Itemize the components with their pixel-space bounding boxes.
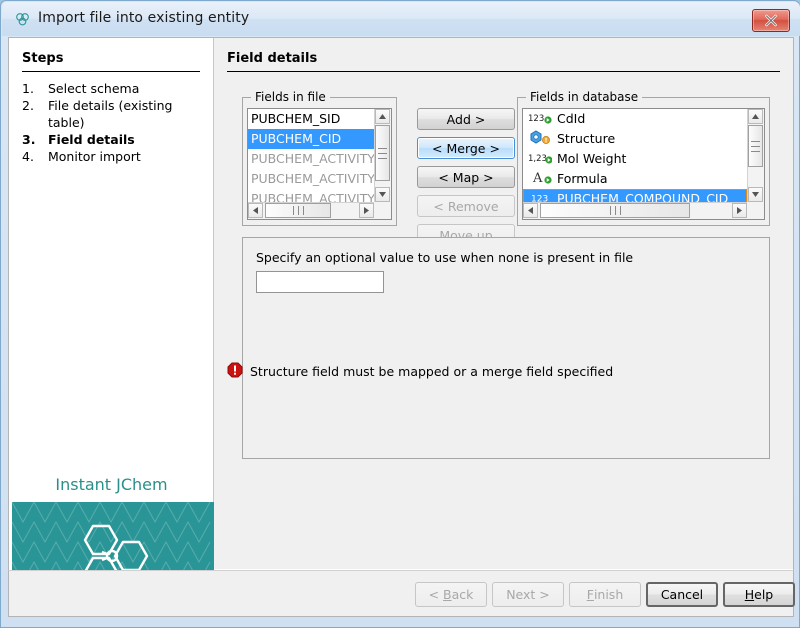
- list-item[interactable]: 123 PUBCHEM_COMPOUND_CID: [523, 189, 747, 202]
- back-button: < Back: [415, 582, 487, 607]
- dialog-footer: < Back Next > Finish Cancel Help: [8, 570, 794, 617]
- optional-value-label: Specify an optional value to use when no…: [256, 250, 633, 265]
- list-item[interactable]: PUBCHEM_CID: [248, 129, 374, 149]
- error-text: Structure field must be mapped or a merg…: [250, 364, 613, 379]
- molecule-icon: [14, 11, 31, 28]
- list-item[interactable]: 123 CdId: [523, 109, 747, 129]
- remove-button: < Remove: [417, 195, 515, 217]
- scroll-thumb[interactable]: [375, 125, 390, 181]
- fields-in-database-items[interactable]: 123 CdId Structure 1,23 Mol Weight: [523, 109, 747, 202]
- window-title: Import file into existing entity: [38, 10, 249, 26]
- steps-sidebar: Steps 1. Select schema 2. File details (…: [9, 38, 214, 569]
- list-item[interactable]: Structure: [523, 129, 747, 149]
- brand-title: Instant JChem: [9, 475, 214, 494]
- fields-in-database-listbox[interactable]: 123 CdId Structure 1,23 Mol Weight: [522, 108, 765, 220]
- list-item[interactable]: PUBCHEM_ACTIVITY_O: [248, 149, 374, 169]
- svg-text:123: 123: [531, 194, 548, 202]
- list-item[interactable]: PUBCHEM_ACTIVITY_S: [248, 169, 374, 189]
- help-button[interactable]: Help: [723, 582, 795, 607]
- page-title: Field details: [227, 51, 317, 66]
- text-key-icon: A: [526, 170, 552, 190]
- scroll-right-icon[interactable]: [359, 203, 374, 218]
- list-item-label: Formula: [557, 171, 608, 186]
- error-icon: [227, 362, 243, 381]
- content-divider: [227, 71, 780, 72]
- steps-list: 1. Select schema 2. File details (existi…: [22, 80, 202, 165]
- fields-in-file-items[interactable]: PUBCHEM_SID PUBCHEM_CID PUBCHEM_ACTIVITY…: [248, 109, 374, 202]
- step-number: 3.: [22, 131, 48, 148]
- structure-icon: [526, 130, 552, 150]
- fields-in-database-vscrollbar[interactable]: [747, 109, 764, 202]
- step-number: 2.: [22, 97, 48, 131]
- add-button[interactable]: Add >: [417, 108, 515, 130]
- next-button: Next >: [492, 582, 564, 607]
- fields-in-database-hscrollbar[interactable]: [523, 202, 747, 219]
- cancel-button[interactable]: Cancel: [646, 582, 718, 607]
- svg-text:123: 123: [528, 114, 544, 124]
- step-item-1: 1. Select schema: [22, 80, 202, 97]
- scroll-up-icon[interactable]: [375, 109, 390, 124]
- step-number: 4.: [22, 148, 48, 165]
- close-icon: [764, 14, 778, 27]
- fields-in-file-listbox[interactable]: PUBCHEM_SID PUBCHEM_CID PUBCHEM_ACTIVITY…: [247, 108, 392, 220]
- dialog-window: Import file into existing entity Steps 1…: [0, 0, 800, 628]
- steps-divider: [22, 71, 200, 72]
- list-item[interactable]: 1,23 Mol Weight: [523, 149, 747, 169]
- step-item-2: 2. File details (existing table): [22, 97, 202, 131]
- close-button[interactable]: [752, 9, 790, 32]
- list-item[interactable]: A Formula: [523, 169, 747, 189]
- svg-text:A: A: [532, 171, 543, 184]
- list-item-label: Mol Weight: [557, 151, 626, 166]
- list-item-label: CdId: [557, 111, 585, 126]
- merge-button[interactable]: < Merge >: [417, 137, 515, 159]
- step-item-4: 4. Monitor import: [22, 148, 202, 165]
- scroll-down-icon[interactable]: [748, 187, 763, 202]
- scroll-thumb[interactable]: [540, 203, 690, 218]
- scroll-down-icon[interactable]: [375, 187, 390, 202]
- decimal-key-icon: 1,23: [526, 150, 552, 170]
- list-item[interactable]: PUBCHEM_SID: [248, 109, 374, 129]
- scroll-thumb[interactable]: [265, 203, 331, 218]
- list-item-label: PUBCHEM_COMPOUND_CID: [557, 191, 728, 202]
- step-label: File details (existing table): [48, 97, 202, 131]
- scroll-thumb[interactable]: [748, 125, 763, 167]
- number-key-icon: 123: [526, 110, 552, 130]
- step-number: 1.: [22, 80, 48, 97]
- step-label: Field details: [48, 131, 202, 148]
- svg-text:1,23: 1,23: [528, 154, 547, 164]
- scroll-up-icon[interactable]: [748, 109, 763, 124]
- optional-value-panel: Specify an optional value to use when no…: [242, 237, 770, 459]
- scroll-left-icon[interactable]: [248, 203, 263, 218]
- list-item-label: Structure: [557, 131, 615, 146]
- validation-message: Structure field must be mapped or a merg…: [227, 362, 613, 381]
- finish-button: Finish: [569, 582, 641, 607]
- scroll-corner: [747, 202, 764, 219]
- steps-heading: Steps: [22, 51, 63, 66]
- scroll-corner: [374, 202, 391, 219]
- scroll-left-icon[interactable]: [523, 203, 538, 218]
- step-label: Select schema: [48, 80, 202, 97]
- title-bar: Import file into existing entity: [2, 2, 800, 36]
- optional-value-input[interactable]: [256, 271, 384, 293]
- fields-in-database-label: Fields in database: [526, 90, 642, 104]
- map-button[interactable]: < Map >: [417, 166, 515, 188]
- content-panel: Field details Fields in file PUBCHEM_SID…: [214, 38, 793, 569]
- fields-in-file-vscrollbar[interactable]: [374, 109, 391, 202]
- fields-in-file-hscrollbar[interactable]: [248, 202, 374, 219]
- step-label: Monitor import: [48, 148, 202, 165]
- list-item[interactable]: PUBCHEM_ACTIVITY_UI: [248, 189, 374, 202]
- dialog-client-area: Steps 1. Select schema 2. File details (…: [8, 37, 794, 570]
- scroll-right-icon[interactable]: [732, 203, 747, 218]
- step-item-3: 3. Field details: [22, 131, 202, 148]
- fields-in-file-label: Fields in file: [251, 90, 330, 104]
- number-icon: 123: [526, 190, 552, 203]
